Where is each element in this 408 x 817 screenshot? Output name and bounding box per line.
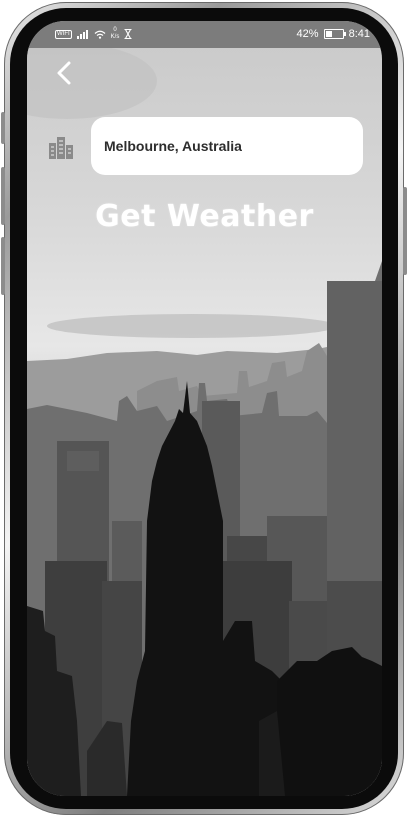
wifi-icon — [94, 30, 106, 39]
battery-icon — [323, 29, 346, 39]
volume-down-button — [1, 237, 5, 295]
wifi-chip: WIFI — [55, 29, 72, 39]
mute-switch — [1, 112, 5, 144]
status-left: WIFI 0 K/s — [55, 27, 132, 41]
city-buildings-icon — [49, 137, 73, 159]
battery-percent: 42% — [296, 28, 319, 40]
power-button — [403, 187, 407, 275]
network-speed: 0 K/s — [111, 27, 120, 41]
back-button[interactable] — [51, 59, 79, 87]
hourglass-icon — [124, 29, 132, 39]
clock: 8:41 — [348, 28, 370, 40]
signal-icon — [76, 29, 88, 39]
chevron-left-icon — [57, 61, 71, 85]
battery-tip — [343, 32, 346, 36]
get-weather-button[interactable]: Get Weather — [27, 199, 382, 234]
speed-value: 0 — [113, 27, 117, 33]
volume-up-button — [1, 167, 5, 225]
status-bar: WIFI 0 K/s 42% 8:41 — [27, 21, 382, 48]
speed-unit: K/s — [110, 34, 120, 40]
app-screen: WIFI 0 K/s 42% 8:41 Melbourne, Australia… — [27, 21, 382, 796]
battery-fill — [325, 31, 333, 37]
status-right: 42% 8:41 — [297, 28, 370, 40]
city-search-input[interactable] — [91, 117, 363, 175]
